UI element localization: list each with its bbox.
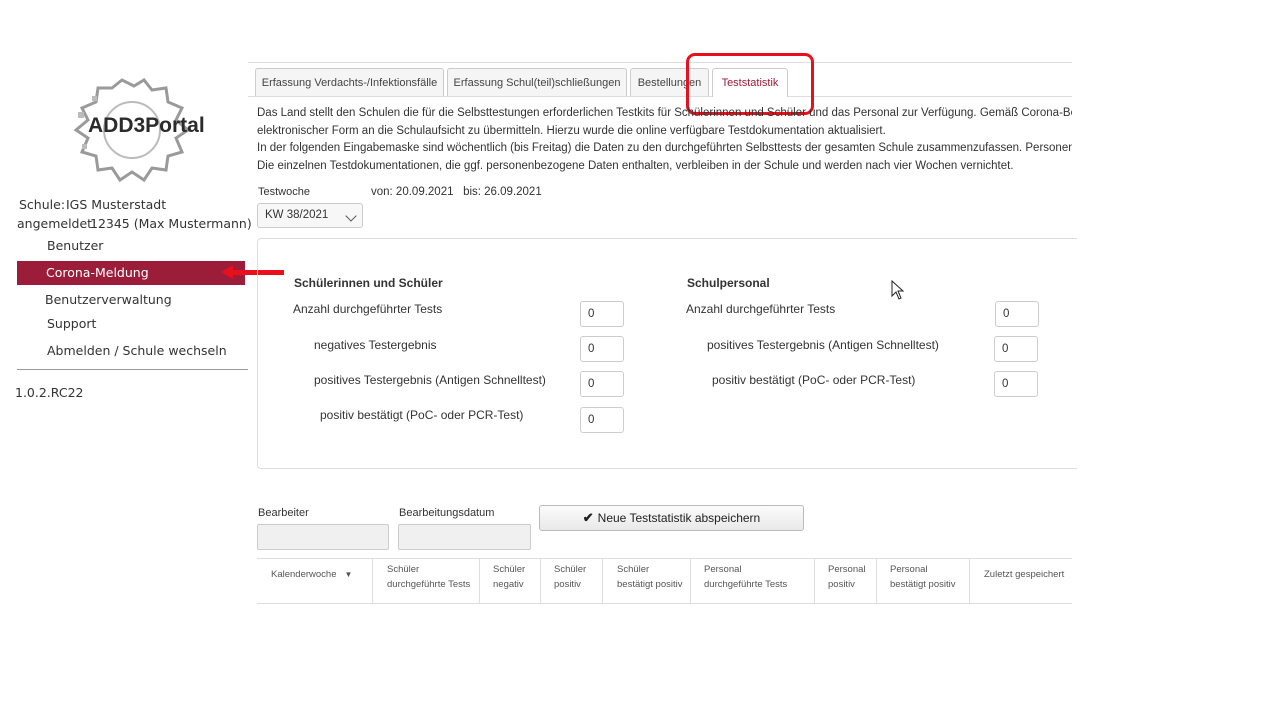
- save-button-label: Neue Teststatistik abspeichern: [597, 511, 761, 525]
- column-header-kalenderwoche[interactable]: Kalenderwoche ▼: [257, 559, 373, 603]
- sidebar-item-benutzer[interactable]: Benutzer: [17, 234, 245, 258]
- students-negative-label: negatives Testergebnis: [314, 338, 437, 352]
- column-header-schueler-negativ[interactable]: Schüler negativ: [480, 559, 541, 603]
- testwoche-label: Testwoche: [258, 186, 310, 198]
- sidebar-divider: [17, 369, 248, 370]
- column-header-line: Schüler: [493, 564, 526, 575]
- staff-tests-label: Anzahl durchgeführter Tests: [686, 302, 836, 316]
- column-header-zuletzt-gespeichert[interactable]: Zuletzt gespeichert: [970, 559, 1072, 603]
- column-header-line: Zuletzt gespeichert: [984, 569, 1065, 580]
- school-name: IGS Musterstadt: [66, 197, 167, 212]
- testwoche-select[interactable]: KW 38/2021: [257, 203, 363, 228]
- column-header-line: Personal: [704, 564, 742, 575]
- chevron-down-icon: [345, 210, 357, 222]
- intro-line: elektronischer Form an die Schulaufsicht…: [257, 124, 886, 137]
- sidebar-item-support[interactable]: Support: [17, 312, 245, 336]
- column-header-line: positiv: [554, 579, 581, 590]
- column-header-personal-bestaetigt[interactable]: Personal bestätigt positiv: [877, 559, 970, 603]
- sort-caret-icon: ▼: [344, 570, 353, 579]
- testwoche-range: von: 20.09.2021 bis: 26.09.2021: [371, 186, 542, 198]
- annotation-arrow-icon: [221, 265, 233, 279]
- teststatistik-panel: [257, 238, 1077, 469]
- column-header-schueler-tests[interactable]: Schüler durchgeführte Tests: [373, 559, 480, 603]
- students-section-title: Schülerinnen und Schüler: [294, 276, 443, 290]
- tab-schulschliessungen[interactable]: Erfassung Schul(teil)schließungen: [447, 68, 627, 96]
- history-table-header: Kalenderwoche ▼ Schüler durchgeführte Tes…: [257, 558, 1072, 604]
- staff-positive-label: positives Testergebnis (Antigen Schnellt…: [707, 338, 939, 352]
- column-header-schueler-bestaetigt[interactable]: Schüler bestätigt positiv: [603, 559, 691, 603]
- edit-date-label: Bearbeitungsdatum: [399, 507, 495, 519]
- students-positive-input[interactable]: 0: [580, 371, 624, 397]
- logged-in-user: 12345 (Max Mustermann): [90, 216, 252, 231]
- intro-text: Das Land stellt den Schulen die für die …: [257, 105, 1072, 175]
- column-header-line: bestätigt positiv: [617, 579, 683, 590]
- students-positive-label: positives Testergebnis (Antigen Schnellt…: [314, 373, 546, 387]
- students-tests-label: Anzahl durchgeführter Tests: [293, 302, 443, 316]
- column-header-line: positiv: [828, 579, 855, 590]
- students-confirmed-label: positiv bestätigt (PoC- oder PCR-Test): [320, 408, 524, 422]
- tab-verdachts-infektionsfaelle[interactable]: Erfassung Verdachts-/Infektionsfälle: [255, 68, 444, 96]
- intro-line: In der folgenden Eingabemaske sind wöche…: [257, 142, 1072, 154]
- editor-field[interactable]: [257, 524, 389, 550]
- intro-line: Die einzelnen Testdokumentationen, die g…: [257, 159, 1014, 172]
- students-confirmed-input[interactable]: 0: [580, 407, 624, 433]
- staff-confirmed-input[interactable]: 0: [994, 371, 1038, 397]
- column-header-line: negativ: [493, 579, 524, 590]
- checkmark-icon: ✔: [582, 510, 594, 525]
- testwoche-selected-value: KW 38/2021: [265, 209, 329, 221]
- column-header-line: Schüler: [387, 564, 420, 575]
- column-header-label: Kalenderwoche: [271, 569, 337, 580]
- tabs-top-line: [248, 62, 1072, 63]
- students-negative-input[interactable]: 0: [580, 336, 624, 362]
- students-tests-input[interactable]: 0: [580, 301, 624, 327]
- staff-section-title: Schulpersonal: [687, 276, 770, 290]
- column-header-line: Personal: [890, 564, 928, 575]
- staff-confirmed-label: positiv bestätigt (PoC- oder PCR-Test): [712, 373, 916, 387]
- version-label: 1.0.2.RC22: [15, 385, 84, 400]
- column-header-line: Schüler: [554, 564, 587, 575]
- sidebar-item-abmelden[interactable]: Abmelden / Schule wechseln: [17, 339, 245, 363]
- logged-in-label: angemeldet:: [17, 216, 97, 231]
- column-header-line: bestätigt positiv: [890, 579, 956, 590]
- column-header-personal-tests[interactable]: Personal durchgeführte Tests: [691, 559, 815, 603]
- logo-text: ADD3Portal: [88, 114, 205, 137]
- column-header-line: durchgeführte Tests: [704, 579, 788, 590]
- edit-date-field[interactable]: [398, 524, 531, 550]
- intro-line: Das Land stellt den Schulen die für die …: [257, 107, 1072, 119]
- save-teststatistik-button[interactable]: ✔ Neue Teststatistik abspeichern: [539, 505, 804, 531]
- column-header-line: durchgeführte Tests: [387, 579, 471, 590]
- staff-tests-input[interactable]: 0: [995, 301, 1039, 327]
- column-header-line: Personal: [828, 564, 866, 575]
- column-header-line: Schüler: [617, 564, 650, 575]
- column-header-schueler-positiv[interactable]: Schüler positiv: [541, 559, 603, 603]
- school-label: Schule:: [19, 197, 66, 212]
- column-header-personal-positiv[interactable]: Personal positiv: [815, 559, 877, 603]
- staff-positive-input[interactable]: 0: [994, 336, 1038, 362]
- mouse-pointer-icon: [891, 280, 905, 300]
- editor-label: Bearbeiter: [258, 507, 309, 519]
- sidebar-item-corona-meldung[interactable]: Corona-Meldung: [17, 261, 245, 285]
- sidebar-item-benutzerverwaltung[interactable]: Benutzerverwaltung: [17, 288, 245, 312]
